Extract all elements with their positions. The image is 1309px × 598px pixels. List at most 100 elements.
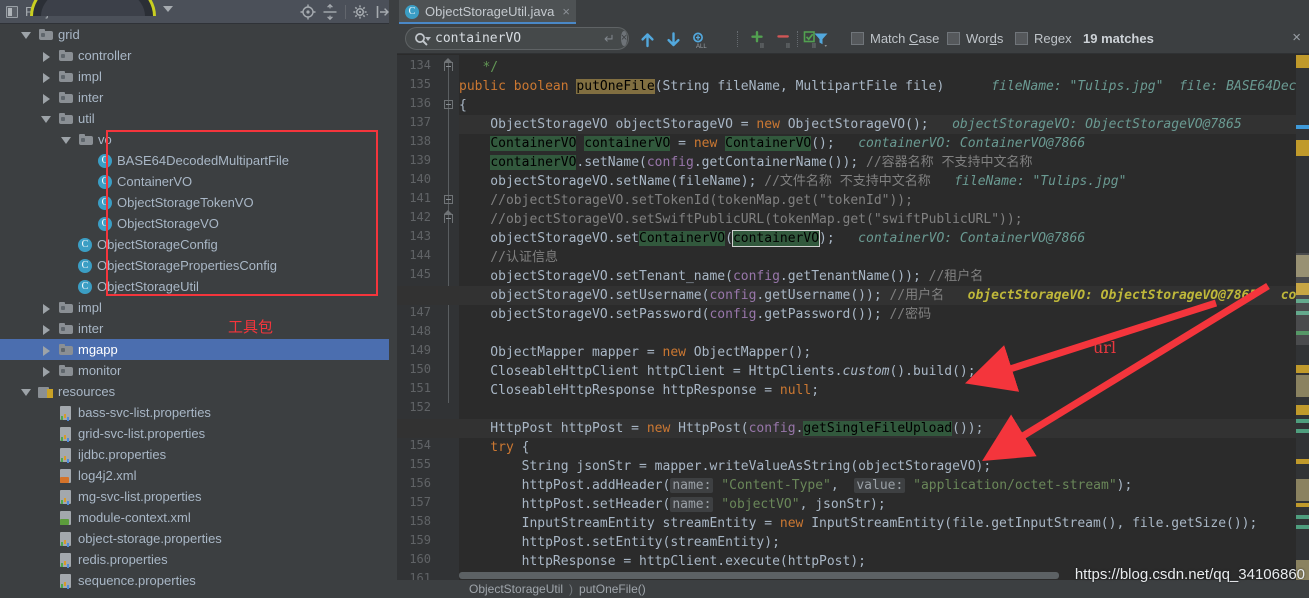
regex-checkbox[interactable]	[1015, 32, 1028, 45]
tree-item-grid-svc-list-properties[interactable]: grid-svc-list.properties	[0, 423, 389, 444]
project-tree[interactable]: grid controller impl inter util vo C BASE64Deco…	[0, 24, 389, 598]
marker-stripe[interactable]	[1296, 429, 1309, 433]
clear-search-icon[interactable]: ×	[620, 31, 628, 46]
tree-item-bass-svc-list-properties[interactable]: bass-svc-list.properties	[0, 402, 389, 423]
code-line[interactable]: public boolean putOneFile(String fileNam…	[459, 77, 1309, 96]
code-line[interactable]: httpResponse = httpClient.execute(httpPo…	[459, 552, 866, 571]
code-line[interactable]: objectStorageVO.setUsername(config.getUs…	[459, 286, 1309, 305]
tree-item-monitor[interactable]: monitor	[0, 360, 389, 381]
locate-icon[interactable]	[298, 2, 318, 22]
editor-scrollbar-thumb[interactable]	[1296, 253, 1309, 345]
tree-item-redis-properties[interactable]: redis.properties	[0, 549, 389, 570]
code-line[interactable]: containerVO.setName(config.getContainerN…	[459, 153, 1033, 172]
code-line[interactable]: //objectStorageVO.setTokenId(tokenMap.ge…	[459, 191, 913, 210]
collapse-arrow-icon[interactable]	[40, 92, 52, 104]
tree-item-impl[interactable]: impl	[0, 297, 389, 318]
tree-item-mg-svc-list-properties[interactable]: mg-svc-list.properties	[0, 486, 389, 507]
tree-item-inter[interactable]: inter	[0, 318, 389, 339]
code-line[interactable]: ObjectStorageVO objectStorageVO = new Ob…	[459, 115, 1241, 134]
close-icon[interactable]: ×	[562, 5, 570, 18]
code-line[interactable]: objectStorageVO.setPassword(config.getPa…	[459, 305, 931, 324]
code-line[interactable]: httpPost.setHeader(name: "objectVO", jso…	[459, 495, 886, 514]
dropdown-arrow-icon[interactable]	[163, 6, 173, 12]
expand-arrow-icon[interactable]	[20, 386, 32, 398]
code-line[interactable]: CloseableHttpResponse httpResponse = nul…	[459, 381, 819, 400]
find-previous-icon[interactable]	[637, 29, 658, 50]
regex-label[interactable]: Regex	[1034, 31, 1072, 46]
code-line[interactable]: //认证信息	[459, 248, 558, 267]
tree-item-log4j2-xml[interactable]: log4j2.xml	[0, 465, 389, 486]
tree-item-objectstorageconfig[interactable]: C ObjectStorageConfig	[0, 234, 389, 255]
search-history-caret[interactable]	[425, 36, 431, 41]
select-all-occurrences-icon[interactable]: ALL	[689, 29, 710, 50]
collapse-arrow-icon[interactable]	[40, 344, 52, 356]
code-line[interactable]: objectStorageVO.setContainerVO(container…	[459, 229, 1085, 248]
tree-item-ijdbc-properties[interactable]: ijdbc.properties	[0, 444, 389, 465]
marker-stripe[interactable]	[1296, 140, 1309, 156]
fold-region-end-icon[interactable]	[444, 210, 453, 223]
tree-item-object-storage-properties[interactable]: object-storage.properties	[0, 528, 389, 549]
tree-item-grid[interactable]: grid	[0, 24, 389, 45]
match-case-label[interactable]: Match Case	[870, 31, 939, 46]
expand-arrow-icon[interactable]	[40, 113, 52, 125]
filter-icon[interactable]	[811, 29, 832, 50]
expand-arrow-icon[interactable]	[60, 134, 72, 146]
marker-stripe[interactable]	[1296, 503, 1309, 507]
editor-gutter[interactable]: 1341351361371381391401411421431441451461…	[397, 55, 459, 580]
marker-stripe[interactable]	[1296, 479, 1309, 501]
marker-stripe[interactable]	[1296, 419, 1309, 423]
tree-item-vo[interactable]: vo	[0, 129, 389, 150]
marker-stripe[interactable]	[1296, 405, 1309, 415]
code-editor[interactable]: 1341351361371381391401411421431441451461…	[397, 55, 1309, 580]
code-line[interactable]: InputStreamEntity streamEntity = new Inp…	[459, 514, 1258, 533]
fold-collapse-icon[interactable]	[444, 100, 453, 109]
editor-tab-objectstorageutil[interactable]: C ObjectStorageUtil.java ×	[399, 0, 576, 24]
code-line[interactable]: httpPost.addHeader(name: "Content-Type",…	[459, 476, 1132, 495]
settings-gear-icon[interactable]	[351, 2, 371, 22]
code-line[interactable]: objectStorageVO.setName(fileName); //文件名…	[459, 172, 1126, 191]
tree-item-module-context-xml[interactable]: module-context.xml	[0, 507, 389, 528]
code-line[interactable]: {	[459, 96, 467, 115]
breadcrumb-method[interactable]: putOneFile()	[579, 582, 646, 596]
tree-item-controller[interactable]: controller	[0, 45, 389, 66]
match-case-checkbox[interactable]	[851, 32, 864, 45]
code-line[interactable]: ContainerVO containerVO = new ContainerV…	[459, 134, 1085, 153]
fold-region-end-icon[interactable]	[444, 58, 453, 71]
collapse-arrow-icon[interactable]	[40, 71, 52, 83]
search-input[interactable]	[435, 31, 604, 46]
close-find-icon[interactable]: ×	[1292, 30, 1301, 46]
hscroll-thumb[interactable]	[459, 572, 1059, 579]
code-line[interactable]: ObjectMapper mapper = new ObjectMapper()…	[459, 343, 811, 362]
words-label[interactable]: Words	[966, 31, 1003, 46]
code-line[interactable]: String jsonStr = mapper.writeValueAsStri…	[459, 457, 992, 476]
collapse-arrow-icon[interactable]	[40, 323, 52, 335]
tree-item-objectstoragevo[interactable]: C ObjectStorageVO	[0, 213, 389, 234]
tree-item-inter[interactable]: inter	[0, 87, 389, 108]
editor-marker-bar[interactable]	[1296, 55, 1309, 582]
breadcrumb-class[interactable]: ObjectStorageUtil	[469, 582, 563, 596]
tree-item-impl[interactable]: impl	[0, 66, 389, 87]
collapse-arrow-icon[interactable]	[40, 50, 52, 62]
panel-splitter[interactable]	[389, 0, 397, 598]
tree-item-resources[interactable]: resources	[0, 381, 389, 402]
marker-stripe[interactable]	[1296, 55, 1309, 68]
fold-collapse-icon[interactable]	[444, 195, 453, 204]
search-field[interactable]: ↵ ×	[405, 27, 629, 50]
code-line[interactable]: //objectStorageVO.setSwiftPublicURL(toke…	[459, 210, 1022, 229]
add-selection-icon[interactable]: II	[749, 29, 770, 50]
find-next-icon[interactable]	[663, 29, 684, 50]
code-line[interactable]: try {	[459, 438, 529, 457]
marker-stripe[interactable]	[1296, 515, 1309, 519]
marker-stripe[interactable]	[1296, 365, 1309, 373]
code-line[interactable]: httpPost.setEntity(streamEntity);	[459, 533, 780, 552]
marker-stripe[interactable]	[1296, 459, 1309, 464]
tree-item-mgapp[interactable]: mgapp	[0, 339, 389, 360]
collapse-arrow-icon[interactable]	[40, 302, 52, 314]
tree-item-objectstoragepropertiesconfig[interactable]: C ObjectStoragePropertiesConfig	[0, 255, 389, 276]
code-text[interactable]: */public boolean putOneFile(String fileN…	[459, 55, 1309, 580]
words-checkbox[interactable]	[947, 32, 960, 45]
expand-arrow-icon[interactable]	[20, 29, 32, 41]
remove-selection-icon[interactable]: II	[775, 29, 796, 50]
marker-stripe[interactable]	[1296, 375, 1309, 397]
tree-item-base64decodedmultipartfile[interactable]: C BASE64DecodedMultipartFile	[0, 150, 389, 171]
